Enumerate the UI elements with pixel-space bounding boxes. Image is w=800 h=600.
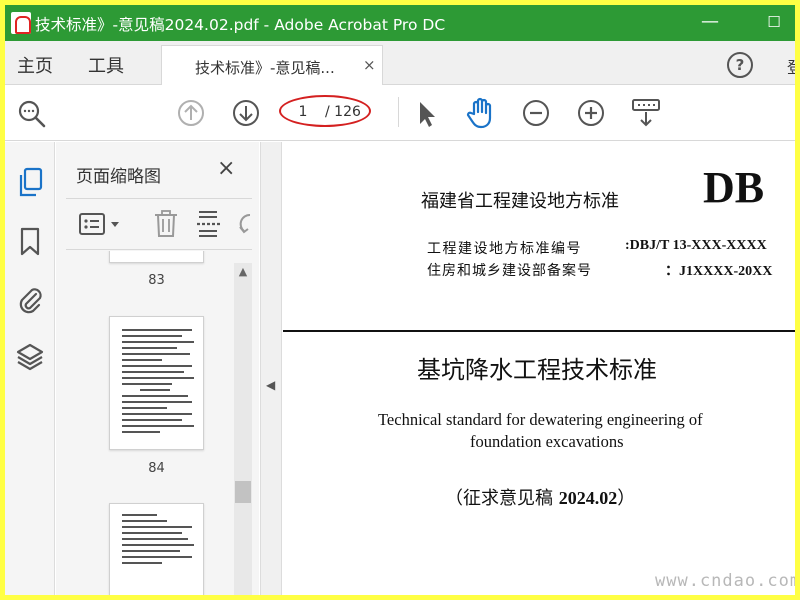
page-thumbnails-icon[interactable]	[16, 167, 44, 199]
toolbar-divider	[398, 97, 399, 127]
sign-in-link[interactable]: 登	[787, 54, 795, 78]
collapse-panel-arrow-icon[interactable]: ◀	[266, 378, 275, 392]
panel-splitter[interactable]: ◀	[260, 142, 282, 595]
db-mark: DB	[703, 163, 765, 212]
record-number-label: 住房和城乡建设部备案号	[427, 263, 592, 279]
title-bar: 技术标准》-意见稿2024.02.pdf - Adobe Acrobat Pro…	[5, 5, 795, 41]
scrollbar-thumb[interactable]	[235, 481, 251, 503]
thumbnail-page[interactable]	[109, 316, 204, 450]
keyboard-scroll-icon[interactable]	[631, 97, 661, 129]
trash-icon[interactable]	[152, 209, 180, 239]
tab-bar: 主页 工具 技术标准》-意见稿... × ? 登	[5, 41, 795, 86]
thumbnail-list[interactable]: 83 84	[56, 251, 232, 595]
draft-version-line: （征求意见稿 2024.02）	[445, 484, 635, 510]
acrobat-window: 技术标准》-意见稿2024.02.pdf - Adobe Acrobat Pro…	[5, 5, 795, 595]
select-cursor-icon[interactable]	[415, 99, 439, 129]
insert-page-icon[interactable]	[196, 209, 224, 239]
document-title-chinese: 基坑降水工程技术标准	[417, 356, 657, 384]
page-thumbnails-panel: 页面缩略图 × 83 84 ▲	[56, 142, 259, 595]
standard-code-value: :DBJ/T 13-XXX-XXXX	[625, 238, 767, 253]
help-icon[interactable]: ?	[727, 52, 753, 78]
thumbnail-page[interactable]	[109, 251, 204, 263]
tab-close-button[interactable]: ×	[363, 56, 376, 74]
standard-code-label: 工程建设地方标准编号	[427, 241, 582, 257]
left-navigation-rail	[5, 142, 55, 595]
hand-tool-icon[interactable]	[465, 96, 499, 130]
draft-prefix: （征求意见稿	[445, 488, 559, 509]
thumbnail-page-label: 83	[148, 273, 165, 288]
site-watermark: www.cndao.com	[655, 571, 795, 591]
record-number-value: ：J1XXXX-20XX	[665, 264, 773, 279]
zoom-search-icon[interactable]	[17, 99, 49, 129]
bookmark-icon[interactable]	[19, 227, 41, 257]
thumbnail-options-toolbar	[66, 198, 252, 250]
document-title-english-line-2: foundation excavations	[470, 432, 624, 451]
document-page: 福建省工程建设地方标准 DB 工程建设地方标准编号 :DBJ/T 13-XXX-…	[283, 142, 795, 595]
close-icon[interactable]: ×	[217, 156, 235, 181]
main-toolbar: 1 / 126	[5, 85, 795, 141]
tab-document[interactable]: 技术标准》-意见稿... ×	[161, 45, 383, 86]
horizontal-rule	[283, 330, 795, 332]
previous-page-icon[interactable]	[177, 99, 205, 127]
attachment-icon[interactable]	[16, 284, 44, 314]
thumbnail-page-label: 84	[148, 461, 165, 476]
minimize-button[interactable]: —	[695, 13, 725, 33]
maximize-button[interactable]: ☐	[759, 13, 789, 33]
zoom-in-icon[interactable]	[577, 99, 605, 127]
province-standard-heading: 福建省工程建设地方标准	[421, 191, 619, 212]
rotate-page-icon[interactable]	[236, 211, 252, 237]
tab-tools[interactable]: 工具	[88, 52, 124, 78]
panel-title: 页面缩略图	[76, 167, 161, 187]
red-annotation-circle	[279, 95, 371, 127]
tab-home[interactable]: 主页	[17, 52, 53, 78]
layers-icon[interactable]	[15, 342, 45, 372]
acrobat-logo-icon	[11, 12, 31, 34]
thumbnail-scrollbar[interactable]: ▲	[234, 263, 252, 595]
thumbnail-page[interactable]	[109, 503, 204, 595]
thumbnail-options-menu-icon[interactable]	[78, 212, 126, 238]
scroll-up-arrow-icon[interactable]: ▲	[234, 263, 252, 281]
draft-suffix: ）	[617, 488, 636, 509]
draft-version: 2024.02	[558, 488, 618, 508]
document-title-english-line-1: Technical standard for dewatering engine…	[378, 410, 703, 429]
tab-document-label: 技术标准》-意见稿...	[195, 59, 335, 77]
next-page-icon[interactable]	[232, 99, 260, 127]
zoom-out-icon[interactable]	[522, 99, 550, 127]
window-title: 技术标准》-意见稿2024.02.pdf - Adobe Acrobat Pro…	[35, 16, 446, 34]
